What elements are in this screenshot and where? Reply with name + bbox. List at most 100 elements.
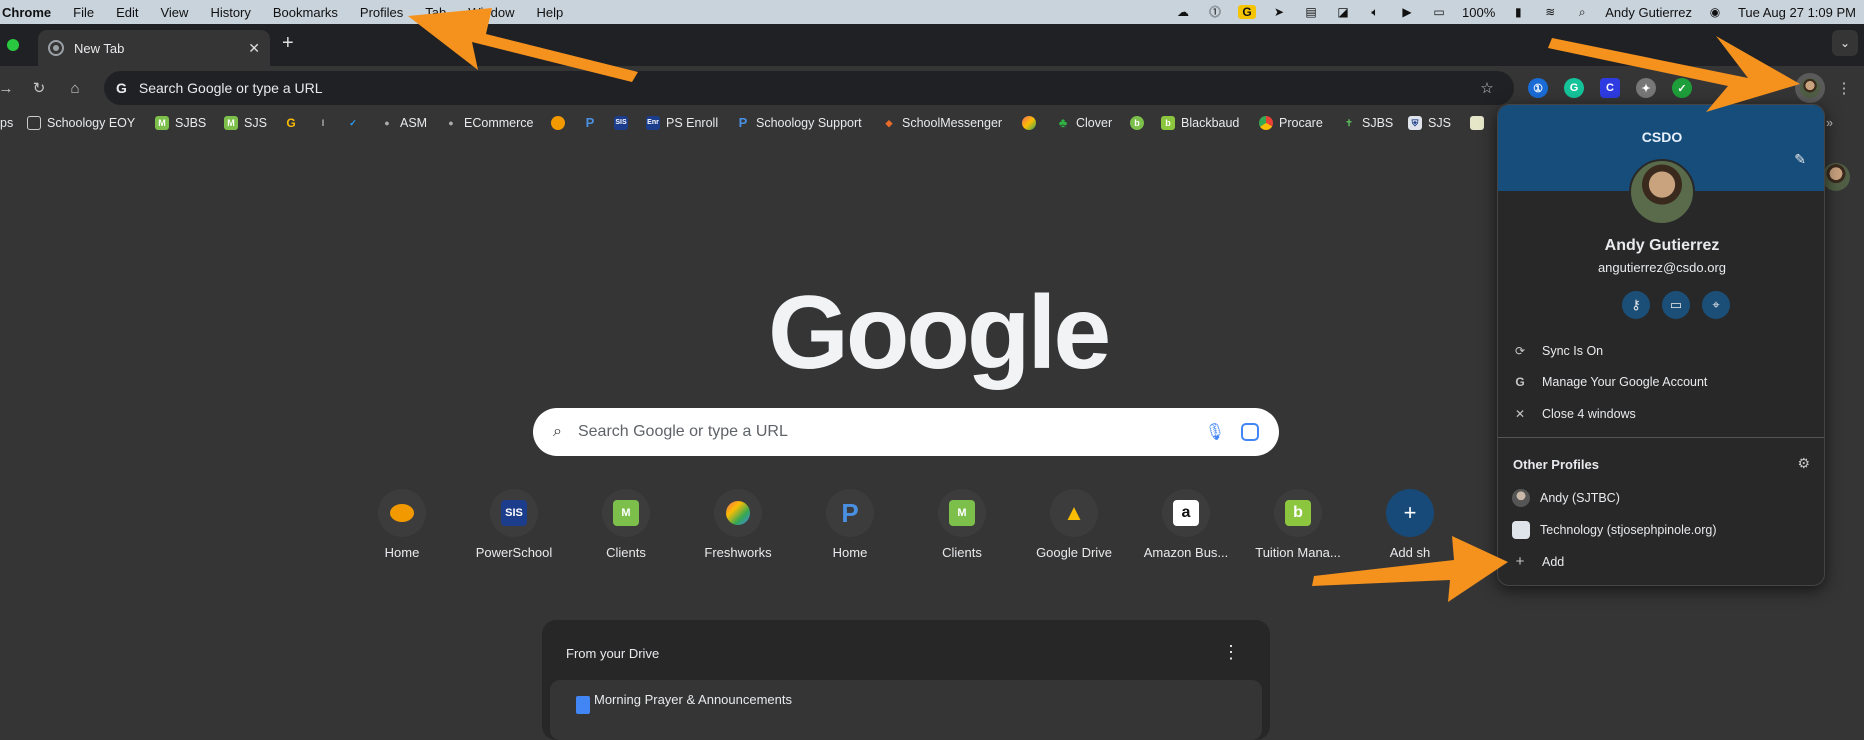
- menu-file[interactable]: File: [62, 5, 105, 20]
- onepassword-icon[interactable]: ⓵: [1206, 5, 1224, 19]
- menu-help[interactable]: Help: [526, 5, 575, 20]
- add-shortcut-button[interactable]: + Add sh: [1354, 489, 1466, 560]
- bookmark-item[interactable]: ps: [0, 116, 13, 130]
- bookmark-sjbs-2[interactable]: ✝ SJBS: [1342, 116, 1393, 130]
- bookmark-clover[interactable]: ♣ Clover: [1056, 116, 1112, 131]
- more-bookmarks-chevron-icon[interactable]: »: [1826, 116, 1833, 130]
- payment-card-icon[interactable]: ▭: [1662, 291, 1690, 319]
- battery-icon[interactable]: ▮: [1509, 5, 1527, 19]
- shortcut-home[interactable]: Home: [346, 489, 458, 560]
- bookmark-schoolmessenger[interactable]: ◆ SchoolMessenger: [882, 116, 1003, 130]
- grammarly-extension-icon[interactable]: G: [1564, 78, 1584, 98]
- bookmark-folder-schoology-eoy[interactable]: Schoology EOY: [27, 116, 135, 130]
- tab-search-chevron-icon[interactable]: ⌄: [1832, 30, 1858, 56]
- shortcut-google-drive[interactable]: ▲ Google Drive: [1018, 489, 1130, 560]
- bookmark-blackbaud[interactable]: b Blackbaud: [1161, 116, 1239, 130]
- tab-new-tab[interactable]: New Tab ✕: [38, 30, 270, 66]
- menu-bookmarks[interactable]: Bookmarks: [262, 5, 349, 20]
- bookmark-sjbs[interactable]: M SJBS: [155, 116, 206, 130]
- profile-avatar-button[interactable]: [1795, 73, 1825, 103]
- menubar-user-name[interactable]: Andy Gutierrez: [1605, 5, 1692, 20]
- shortcut-tuition-management[interactable]: b Tuition Mana...: [1242, 489, 1354, 560]
- chrome-menu-icon[interactable]: ⋮: [1832, 76, 1856, 100]
- bookmark-unlabeled[interactable]: ǀ: [316, 116, 336, 130]
- m-logo-icon: M: [602, 489, 650, 537]
- menu-window[interactable]: Window: [457, 5, 525, 20]
- bookmark-sjs[interactable]: M SJS: [224, 116, 267, 130]
- profile-item-technology[interactable]: Technology (stjosephpinole.org): [1512, 521, 1717, 539]
- bookmark-sjs-2[interactable]: ⛨ SJS: [1408, 116, 1451, 130]
- m-logo-icon: M: [938, 489, 986, 537]
- folder-icon: [27, 116, 41, 130]
- cursor-icon[interactable]: ➤: [1270, 5, 1288, 19]
- app-menu-chrome[interactable]: Chrome: [0, 5, 62, 20]
- manage-google-account-item[interactable]: G Manage Your Google Account: [1512, 375, 1707, 389]
- bookmark-powerschool[interactable]: P: [583, 116, 603, 130]
- password-key-icon[interactable]: ⚷: [1622, 291, 1650, 319]
- wifi-icon[interactable]: ≋: [1541, 5, 1559, 19]
- bookmark-ps-enroll[interactable]: Enr PS Enroll: [646, 116, 718, 130]
- gear-icon[interactable]: ⚙: [1797, 455, 1810, 472]
- shortcut-clients-2[interactable]: M Clients: [906, 489, 1018, 560]
- grammarly-icon[interactable]: G: [1238, 5, 1256, 19]
- spotlight-search-icon[interactable]: ⌕: [1573, 5, 1591, 19]
- more-options-icon[interactable]: ⋮: [1222, 642, 1240, 663]
- shortcut-powerschool[interactable]: SIS PowerSchool: [458, 489, 570, 560]
- memory-icon[interactable]: ▤: [1302, 5, 1320, 19]
- microphone-icon[interactable]: 🎙︎: [1205, 422, 1225, 442]
- menubar-clock[interactable]: Tue Aug 27 1:09 PM: [1738, 5, 1856, 20]
- amazon-icon: a: [1162, 489, 1210, 537]
- drive-card: From your Drive ⋮ Morning Prayer & Annou…: [542, 620, 1270, 740]
- screen-mirror-icon[interactable]: ▭: [1430, 5, 1448, 19]
- bookmark-freshworks[interactable]: [1022, 116, 1042, 130]
- shortcut-freshworks[interactable]: Freshworks: [682, 489, 794, 560]
- menu-view[interactable]: View: [149, 5, 199, 20]
- close-windows-item[interactable]: ✕ Close 4 windows: [1512, 407, 1636, 421]
- bookmark-procare[interactable]: Procare: [1259, 116, 1323, 130]
- location-pin-icon[interactable]: ⌖: [1702, 291, 1730, 319]
- play-icon[interactable]: ▶: [1398, 5, 1416, 19]
- menu-edit[interactable]: Edit: [105, 5, 149, 20]
- ntp-search-box[interactable]: ⌕ Search Google or type a URL 🎙︎: [533, 408, 1279, 456]
- window-zoom-button[interactable]: [7, 39, 19, 51]
- bookmark-image[interactable]: [1470, 116, 1490, 130]
- monitor-icon[interactable]: ◪: [1334, 5, 1352, 19]
- control-center-icon[interactable]: ◉: [1706, 5, 1724, 19]
- forward-arrow-icon[interactable]: →: [0, 76, 18, 100]
- bookmark-sis[interactable]: SIS: [614, 116, 634, 130]
- bookmark-schoology-support[interactable]: P Schoology Support: [736, 116, 862, 131]
- shield-logo-icon: ⛨: [1408, 116, 1422, 130]
- menubar-status-area: ☁ ⓵ G ➤ ▤ ◪ 🔈︎ ▶ ▭ 100% ▮ ≋ ⌕ Andy Gutie…: [1174, 0, 1856, 24]
- menu-tab[interactable]: Tab: [414, 5, 457, 20]
- puzzle-extension-icon[interactable]: ✦: [1636, 78, 1656, 98]
- bookmark-star-icon[interactable]: ☆: [1475, 76, 1499, 100]
- onepassword-extension-icon[interactable]: ①: [1528, 78, 1548, 98]
- volume-icon[interactable]: 🔈︎: [1366, 5, 1384, 19]
- bookmark-ecommerce[interactable]: ● ECommerce: [444, 116, 533, 130]
- reload-icon[interactable]: ↻: [27, 76, 51, 100]
- bookmark-asm[interactable]: ● ASM: [380, 116, 427, 130]
- shortcut-home-2[interactable]: P Home: [794, 489, 906, 560]
- bookmark-chat[interactable]: [551, 116, 571, 130]
- home-icon[interactable]: ⌂: [63, 76, 87, 100]
- new-tab-button[interactable]: +: [282, 32, 294, 55]
- bookmark-b-circle[interactable]: b: [1130, 116, 1150, 130]
- add-profile-item[interactable]: + Add: [1512, 553, 1565, 570]
- omnibox[interactable]: G Search Google or type a URL: [104, 71, 1514, 105]
- shortcut-amazon-business[interactable]: a Amazon Bus...: [1130, 489, 1242, 560]
- drive-file-row[interactable]: Morning Prayer & Announcements: [550, 680, 1262, 740]
- profile-item-andy-sjtbc[interactable]: Andy (SJTBC): [1512, 489, 1620, 507]
- menu-profiles[interactable]: Profiles: [349, 5, 414, 20]
- menu-history[interactable]: History: [199, 5, 261, 20]
- google-lens-icon[interactable]: [1241, 423, 1259, 441]
- extension-c-icon[interactable]: C: [1600, 78, 1620, 98]
- bookmark-grammarly[interactable]: G: [284, 116, 304, 130]
- sync-status-item[interactable]: ⟳ Sync Is On: [1512, 344, 1603, 358]
- battery-percent: 100%: [1462, 4, 1496, 20]
- edit-pencil-icon[interactable]: ✎: [1794, 151, 1806, 168]
- bookmark-unlabeled[interactable]: ✓: [346, 116, 366, 130]
- shield-extension-icon[interactable]: ✓: [1672, 78, 1692, 98]
- shortcut-clients[interactable]: M Clients: [570, 489, 682, 560]
- cloud-icon[interactable]: ☁: [1174, 5, 1192, 19]
- close-tab-icon[interactable]: ✕: [248, 40, 260, 57]
